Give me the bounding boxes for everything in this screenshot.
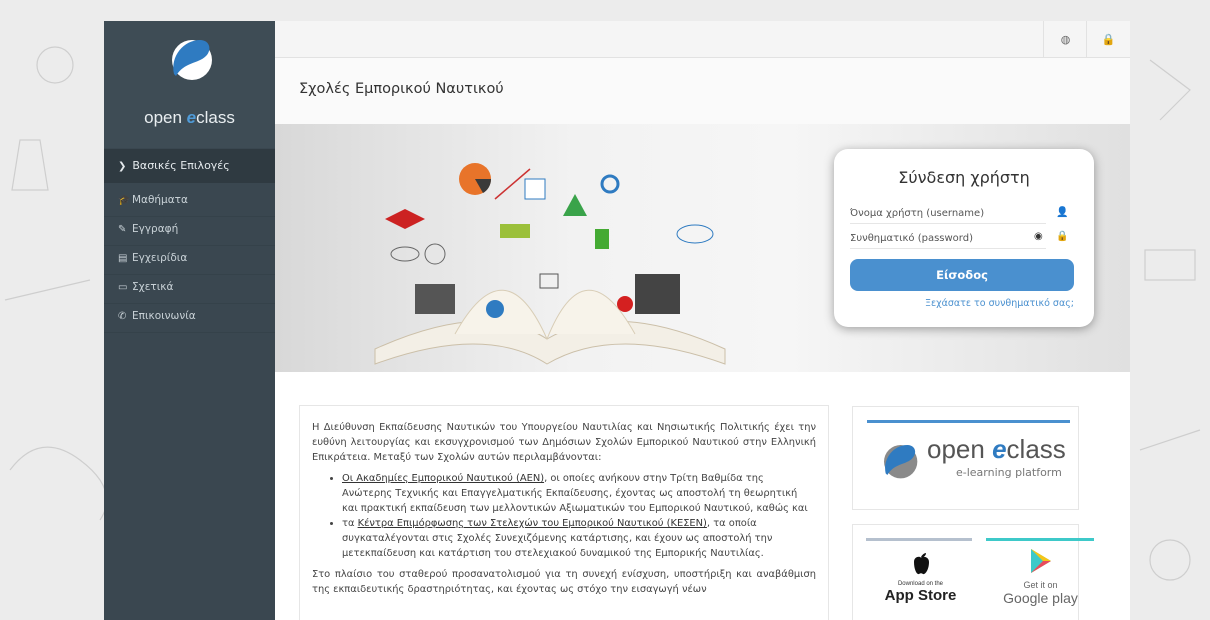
sidebar-item-label: Εγγραφή xyxy=(132,223,179,235)
sidebar-item-about[interactable]: ▭ Σχετικά xyxy=(104,275,275,304)
intro-text-panel: Η Διεύθυνση Εκπαίδευσης Ναυτικών του Υπο… xyxy=(299,405,829,620)
appstore-big-text: App Store xyxy=(884,587,957,604)
list-item: Οι Ακαδημίες Εμπορικού Ναυτικού (ΑΕΝ), ο… xyxy=(342,471,816,516)
title-bar: Σχολές Εμπορικού Ναυτικού xyxy=(275,58,1130,124)
brand: open eclass xyxy=(104,21,275,148)
user-icon: 👤 xyxy=(1056,207,1069,218)
brand-name: open eclass xyxy=(144,108,235,127)
sidebar-item-label: Εγχειρίδια xyxy=(132,252,188,264)
sidebar-menu: 🎓 Μαθήματα ✎ Εγγραφή ▤ Εγχειρίδια ▭ Σχετικά … xyxy=(104,188,275,333)
sidebar-item-manuals[interactable]: ▤ Εγχειρίδια xyxy=(104,246,275,275)
appstore-accent-line xyxy=(866,538,972,541)
chevron-down-icon: ❯ xyxy=(118,161,127,172)
eclass-logo-icon xyxy=(884,445,918,479)
google-play-icon xyxy=(1030,549,1051,573)
intro-paragraph: Η Διεύθυνση Εκπαίδευσης Ναυτικών του Υπο… xyxy=(312,422,816,463)
lock-icon: 🔒 xyxy=(1056,231,1069,242)
eclass-logo-text: open eclass xyxy=(927,434,1066,464)
sidebar-item-label: Επικοινωνία xyxy=(132,310,196,322)
appstore-button[interactable]: Download on the App Store xyxy=(873,550,968,604)
menu-section-label: Βασικές Επιλογές xyxy=(132,159,230,172)
list-item: τα Κέντρα Επιμόρφωσης των Στελεχών του Ε… xyxy=(342,516,816,561)
eclass-platform-card[interactable]: open eclass e-learning platform xyxy=(852,406,1079,510)
sidebar-item-contact[interactable]: ✆ Επικοινωνία xyxy=(104,304,275,333)
sidebar: open eclass ❯ Βασικές Επιλογές 🎓 Μαθήματα … xyxy=(104,21,275,620)
hero-banner: Σύνδεση χρήστη 👤 ◉ 🔒 Είσοδος Ξεχάσατε το… xyxy=(275,124,1130,372)
aen-link[interactable]: Οι Ακαδημίες Εμπορικού Ναυτικού (ΑΕΝ) xyxy=(342,473,544,484)
schools-list: Οι Ακαδημίες Εμπορικού Ναυτικού (ΑΕΝ), ο… xyxy=(312,471,816,561)
edit-icon: ✎ xyxy=(118,224,127,235)
kesen-link[interactable]: Κέντρα Επιμόρφωσης των Στελεχών του Εμπο… xyxy=(358,518,707,529)
googleplay-small-text: Get it on xyxy=(1023,580,1058,590)
menu-section-header[interactable]: ❯ Βασικές Επιλογές xyxy=(104,149,275,183)
open-book-illustration xyxy=(374,163,726,365)
list-item-text: τα xyxy=(342,518,358,529)
closing-paragraph: Στο πλαίσιο του σταθερού προσανατολισμού… xyxy=(312,569,816,595)
googleplay-big-text: Google play xyxy=(1003,590,1078,606)
language-button[interactable]: ◍ xyxy=(1043,21,1087,57)
page-title: Σχολές Εμπορικού Ναυτικού xyxy=(299,81,504,97)
app-frame: open eclass ❯ Βασικές Επιλογές 🎓 Μαθήματα … xyxy=(104,21,1130,620)
credit-card-icon: ▭ xyxy=(118,282,128,293)
googleplay-button[interactable]: Get it on Google play xyxy=(993,547,1088,606)
graduation-cap-icon: 🎓 xyxy=(118,195,131,206)
login-button[interactable]: 🔒 xyxy=(1086,21,1130,57)
sidebar-item-courses[interactable]: 🎓 Μαθήματα xyxy=(104,188,275,217)
sidebar-item-label: Σχετικά xyxy=(132,281,174,293)
googleplay-accent-line xyxy=(986,538,1094,541)
eye-icon[interactable]: ◉ xyxy=(1034,231,1043,242)
lock-icon: 🔒 xyxy=(1101,32,1116,46)
globe-icon: ◍ xyxy=(1060,32,1071,46)
eclass-logo-subtitle: e-learning platform xyxy=(956,466,1062,479)
sidebar-item-register[interactable]: ✎ Εγγραφή xyxy=(104,217,275,246)
login-box: Σύνδεση χρήστη 👤 ◉ 🔒 Είσοδος Ξεχάσατε το… xyxy=(834,149,1094,327)
username-input[interactable] xyxy=(850,203,1046,224)
file-icon: ▤ xyxy=(118,253,128,264)
sidebar-item-label: Μαθήματα xyxy=(132,194,188,206)
forgot-password-link[interactable]: Ξεχάσατε το συνθηματικό σας; xyxy=(925,298,1074,309)
phone-icon: ✆ xyxy=(118,311,127,322)
eclass-logo-icon xyxy=(172,40,212,80)
card-accent-line xyxy=(867,420,1070,423)
login-title: Σύνδεση χρήστη xyxy=(898,168,1030,187)
apple-icon xyxy=(913,553,929,575)
top-bar: ◍ 🔒 xyxy=(275,21,1130,58)
login-submit-button[interactable]: Είσοδος xyxy=(850,259,1074,291)
app-stores-card: Download on the App Store Get it on Goog… xyxy=(852,524,1094,620)
password-input[interactable] xyxy=(850,228,1046,249)
